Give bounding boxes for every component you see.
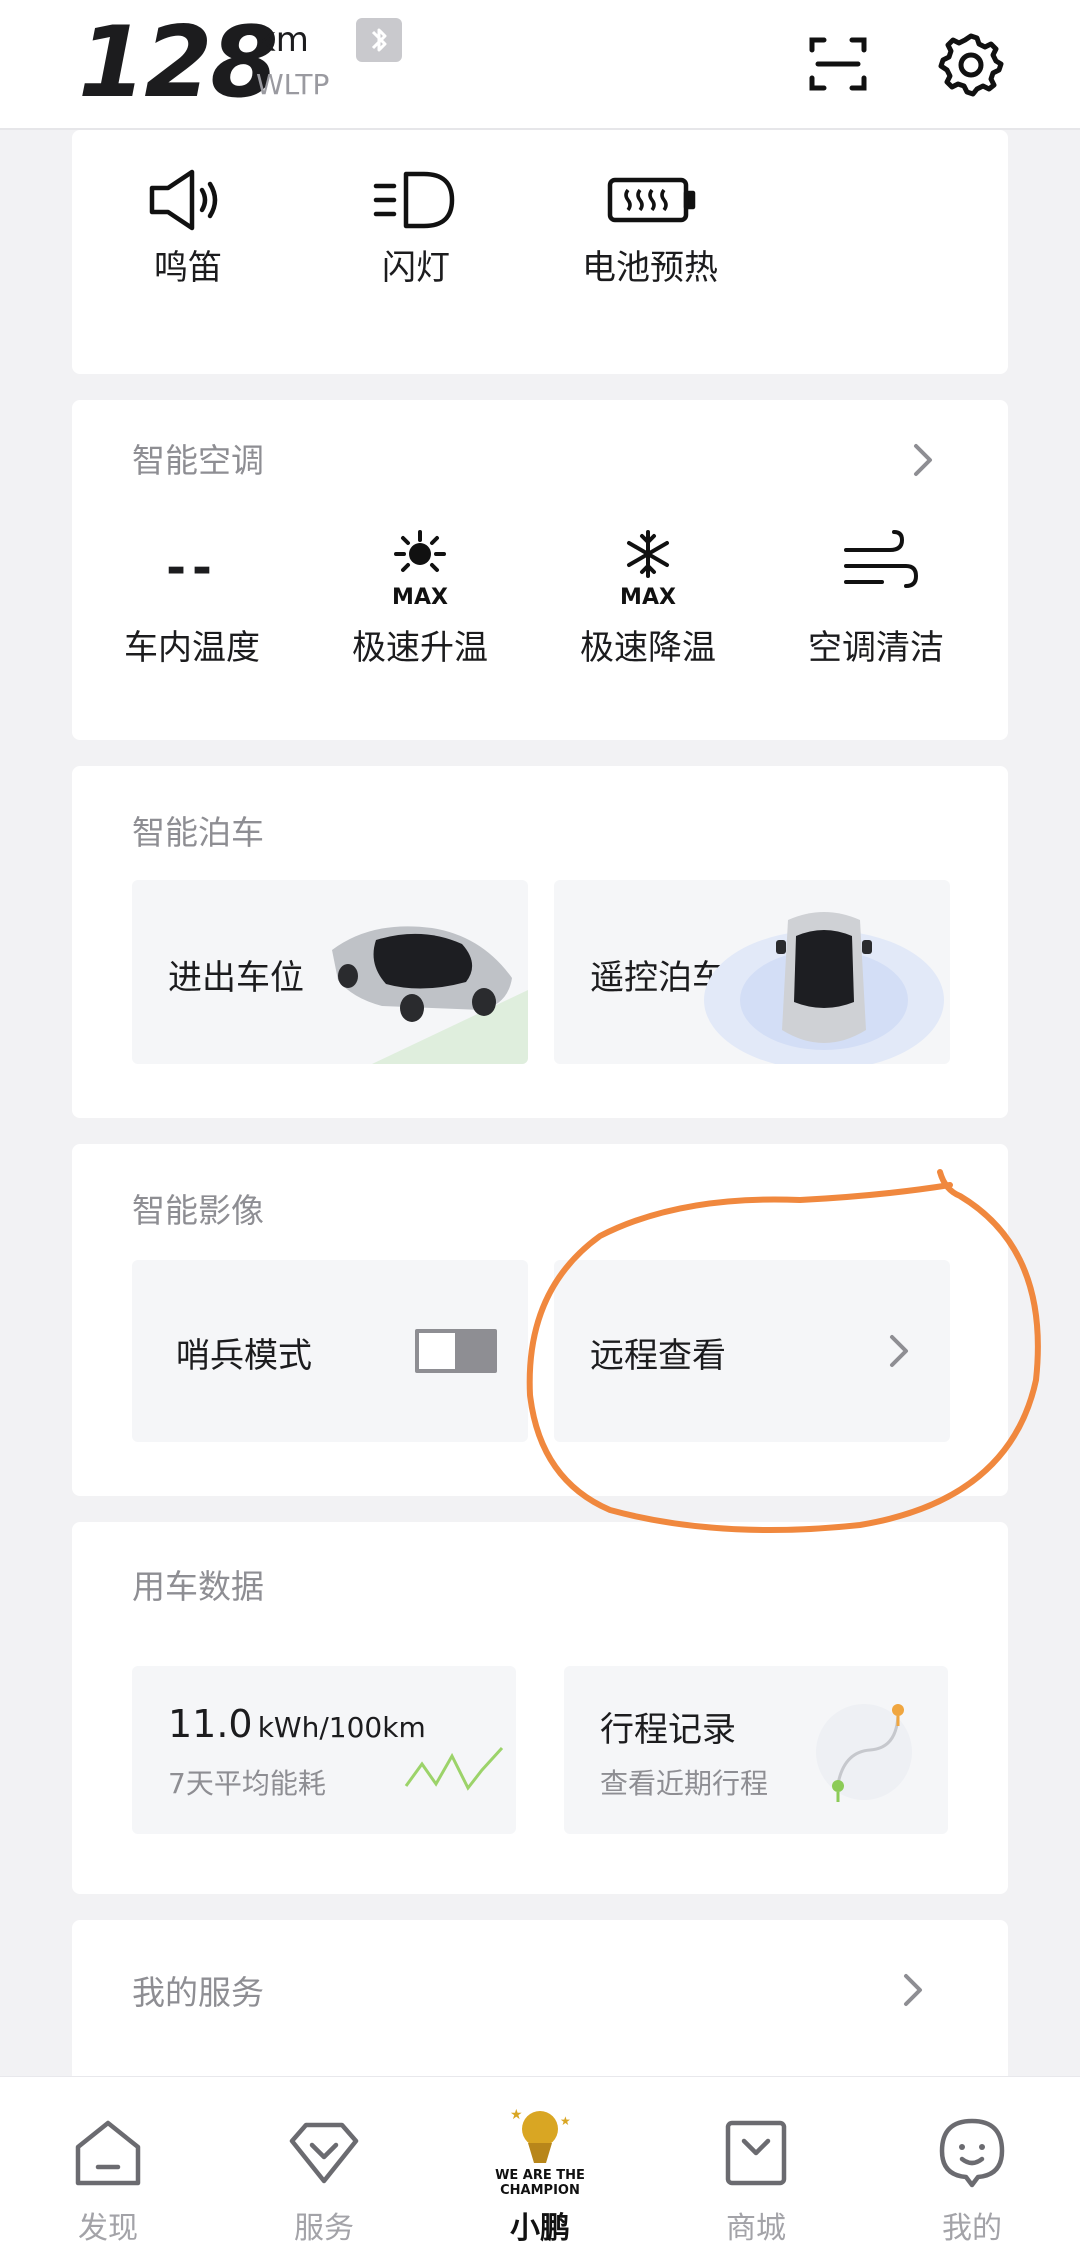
flash-lights-label: 闪灯: [382, 248, 450, 288]
home-icon: [68, 2113, 148, 2193]
tab-shop-label: 商城: [726, 2211, 786, 2246]
cabin-temperature-value: --: [166, 540, 218, 596]
park-in-out-label: 进出车位: [168, 958, 304, 998]
rapid-heat-item[interactable]: MAX 极速升温: [320, 528, 520, 669]
camera-title: 智能影像: [132, 1191, 264, 1230]
range-standard: WLTP: [256, 68, 330, 101]
horn-icon: [138, 160, 238, 240]
range-unit: km: [256, 20, 309, 60]
trip-records-caption: 查看近期行程: [600, 1767, 769, 1800]
rapid-cool-item[interactable]: MAX 极速降温: [548, 528, 748, 669]
cabin-temperature-item[interactable]: -- 车内温度: [92, 528, 292, 669]
shopping-bag-icon: [716, 2113, 796, 2193]
snowflake-max-icon: MAX: [598, 528, 698, 610]
range-value: 128: [78, 6, 279, 120]
champion-line-2: CHAMPION: [500, 2183, 580, 2198]
energy-value-row: 11.0 kWh/100km: [168, 1702, 426, 1746]
tab-service-label: 服务: [294, 2211, 354, 2246]
remote-view-chevron-right-icon: [884, 1331, 914, 1371]
climate-title: 智能空调: [132, 441, 264, 480]
climate-chevron-right-icon[interactable]: [908, 440, 938, 480]
service-icon: [284, 2113, 364, 2193]
remote-parking-car-illustration: [704, 912, 944, 1064]
sun-max-icon: MAX: [370, 528, 470, 610]
headlight-icon: [366, 160, 466, 240]
smart-parking-card: 智能泊车 进出车位 遥控泊车: [72, 766, 1008, 1118]
wind-icon: [826, 528, 926, 608]
tab-discover[interactable]: 发现: [28, 2113, 188, 2247]
bottom-tab-bar: 发现 服务 ★ ★ WE ARE THE CHAMPION 小鹏 商城 我的: [0, 2076, 1080, 2264]
settings-gear-icon[interactable]: [935, 28, 1007, 100]
vehicle-data-title: 用车数据: [132, 1567, 264, 1606]
heat-max-badge: MAX: [392, 585, 448, 608]
tab-shop[interactable]: 商城: [676, 2113, 836, 2247]
battery-preheat-label: 电池预热: [582, 248, 718, 288]
toggle-knob: [419, 1333, 455, 1369]
svg-text:★: ★: [560, 2114, 571, 2128]
scan-icon[interactable]: [802, 28, 874, 100]
sentry-mode-toggle[interactable]: [415, 1329, 497, 1373]
rapid-cool-label: 极速降温: [580, 628, 716, 668]
trip-records-title: 行程记录: [600, 1710, 736, 1750]
top-status-bar: 128 km WLTP: [0, 0, 1080, 130]
trip-records-tile[interactable]: 行程记录 查看近期行程: [564, 1666, 948, 1834]
sentry-mode-tile: 哨兵模式: [132, 1260, 528, 1442]
tab-service[interactable]: 服务: [244, 2113, 404, 2247]
svg-text:★: ★: [510, 2107, 523, 2123]
ac-clean-item[interactable]: 空调清洁: [776, 528, 976, 669]
energy-trend-sparkline: [404, 1746, 504, 1791]
horn-label: 鸣笛: [154, 248, 222, 288]
remote-view-label: 远程查看: [590, 1336, 726, 1376]
smart-camera-card: 智能影像 哨兵模式 远程查看: [72, 1144, 1008, 1496]
sentry-mode-label: 哨兵模式: [176, 1336, 312, 1376]
parking-car-illustration: [332, 926, 528, 1064]
tab-xiaopeng[interactable]: ★ ★ WE ARE THE CHAMPION 小鹏: [460, 2099, 620, 2247]
energy-value: 11.0: [168, 1702, 253, 1746]
tab-discover-label: 发现: [78, 2211, 138, 2246]
services-title: 我的服务: [132, 1973, 264, 2012]
energy-consumption-tile[interactable]: 11.0 kWh/100km 7天平均能耗: [132, 1666, 516, 1834]
tab-xiaopeng-label: 小鹏: [510, 2211, 570, 2246]
tab-mine[interactable]: 我的: [892, 2113, 1052, 2247]
remote-parking-tile[interactable]: 遥控泊车: [554, 880, 950, 1064]
park-in-out-tile[interactable]: 进出车位: [132, 880, 528, 1064]
parking-title: 智能泊车: [132, 813, 264, 852]
cool-max-badge: MAX: [620, 585, 676, 608]
horn-button[interactable]: 鸣笛: [110, 160, 266, 289]
climate-card: 智能空调 -- 车内温度 MAX 极速升温 MAX 极速降温 空调清洁: [72, 400, 1008, 740]
energy-unit: kWh/100km: [257, 1711, 426, 1744]
profile-face-icon: [932, 2113, 1012, 2193]
ac-clean-label: 空调清洁: [808, 628, 944, 668]
vehicle-data-card: 用车数据 11.0 kWh/100km 7天平均能耗 行程记录 查看近期行程: [72, 1522, 1008, 1894]
tab-mine-label: 我的: [942, 2211, 1002, 2246]
route-map-icon: [816, 1704, 912, 1802]
remote-view-tile[interactable]: 远程查看: [554, 1260, 950, 1442]
bluetooth-icon[interactable]: [356, 18, 402, 62]
cabin-temperature-label: 车内温度: [124, 628, 260, 668]
rapid-heat-label: 极速升温: [352, 628, 488, 668]
champion-trophy-icon: ★ ★ WE ARE THE CHAMPION: [490, 2099, 590, 2199]
energy-caption: 7天平均能耗: [168, 1767, 326, 1800]
services-chevron-right-icon[interactable]: [898, 1970, 928, 2010]
battery-heat-icon: [600, 160, 700, 240]
champion-line-1: WE ARE THE: [495, 2168, 585, 2183]
quick-actions-card: 鸣笛 闪灯 电池预热: [72, 130, 1008, 374]
flash-lights-button[interactable]: 闪灯: [338, 160, 494, 289]
battery-preheat-button[interactable]: 电池预热: [550, 160, 750, 289]
